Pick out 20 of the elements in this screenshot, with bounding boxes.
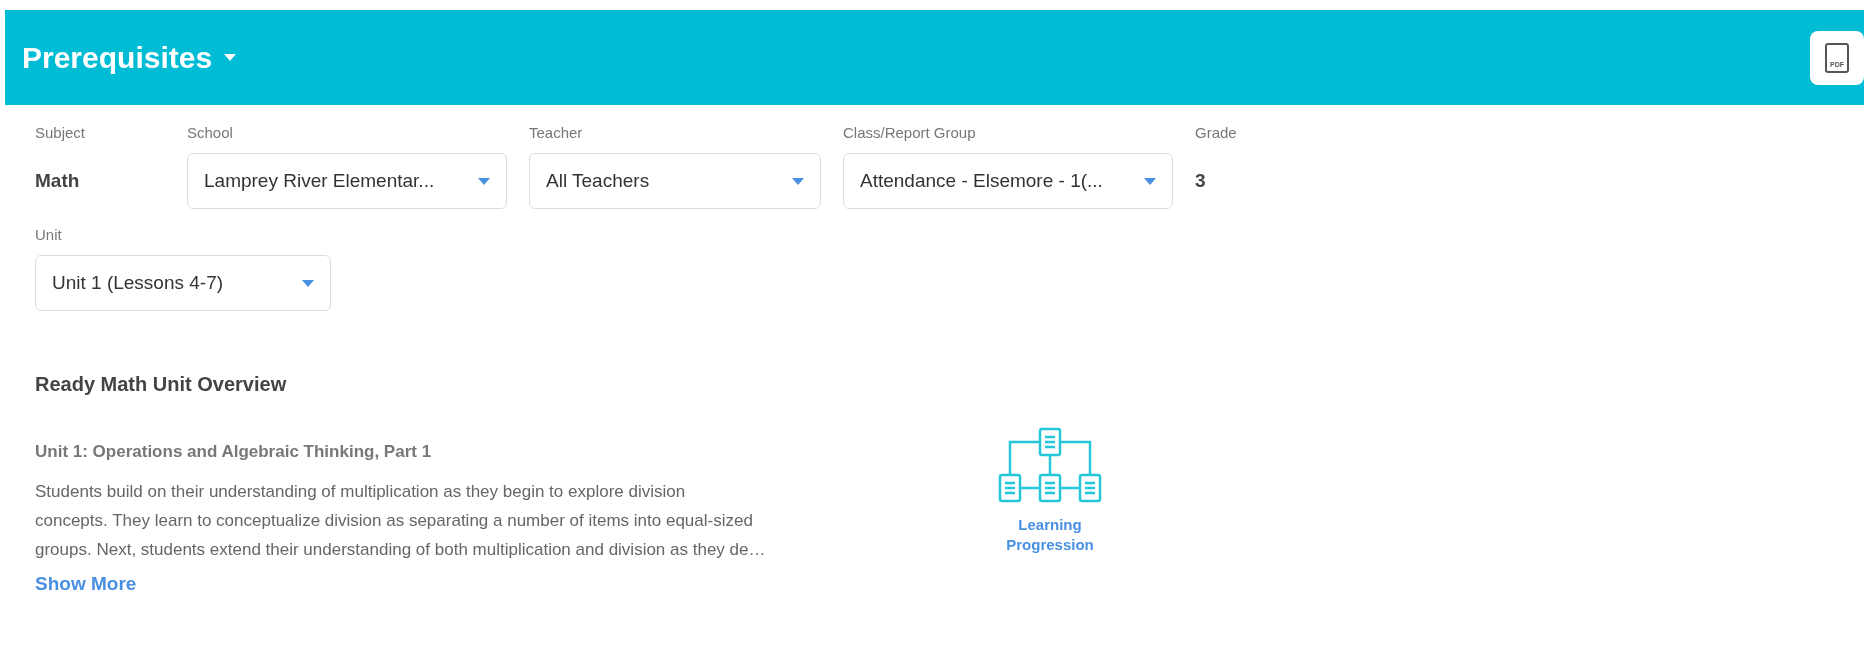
field-label: Class/Report Group: [843, 123, 977, 143]
dropdown-field[interactable]: All Teachers: [529, 153, 821, 209]
dropdown-field[interactable]: Attendance - Elsemore - 1(...: [843, 153, 1173, 209]
dropdown-field[interactable]: Unit 1 (Lessons 4-7): [35, 255, 331, 311]
unit-description: Students build on their understanding of multiplication as they begin to explore division concepts. They learn to conceptualize division as separating a number of items into equal-sized groups. Next, students extend their understanding of both multiplication and division as they de…: [35, 480, 767, 561]
caret-icon: [224, 54, 237, 61]
field-label: Grade: [1195, 123, 1238, 143]
caret-icon: [1144, 177, 1156, 185]
section-heading: Ready Math Unit Overview: [35, 372, 288, 397]
dropdown-field[interactable]: Lamprey River Elementar...: [187, 153, 507, 209]
unit-title: Unit 1: Operations and Algebraic Thinking, Part 1: [35, 441, 433, 463]
field-label: Subject: [35, 123, 87, 143]
field-label: Unit: [35, 225, 63, 245]
caret-icon: [478, 177, 490, 185]
field-value: Math: [35, 168, 80, 193]
field-label: Teacher: [529, 123, 584, 143]
field-label: School: [187, 123, 234, 143]
field-value: 3: [1195, 168, 1206, 193]
caret-icon: [302, 279, 314, 287]
caret-icon: [792, 177, 804, 185]
